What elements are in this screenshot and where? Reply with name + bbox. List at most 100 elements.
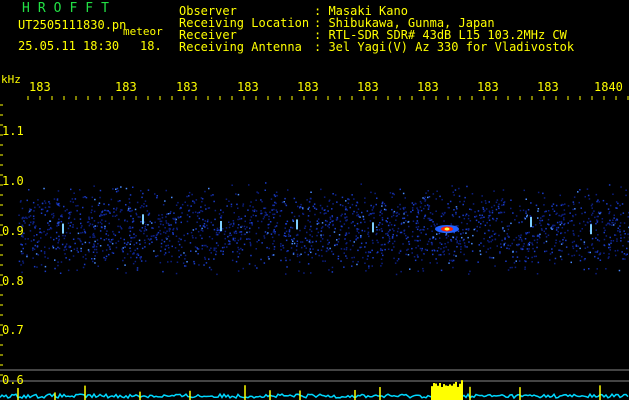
noise-pixel xyxy=(392,192,394,195)
noise-pixel xyxy=(392,233,394,236)
noise-pixel xyxy=(605,268,607,270)
noise-pixel xyxy=(215,231,218,234)
noise-pixel xyxy=(104,259,107,261)
noise-pixel xyxy=(156,196,158,199)
noise-pixel xyxy=(559,221,561,223)
noise-pixel xyxy=(212,194,214,196)
noise-pixel xyxy=(603,227,605,229)
noise-pixel xyxy=(320,234,322,236)
noise-pixel xyxy=(360,236,362,239)
noise-pixel xyxy=(231,259,234,262)
noise-pixel xyxy=(571,255,573,257)
noise-pixel xyxy=(284,197,286,200)
noise-pixel xyxy=(23,217,26,219)
noise-pixel xyxy=(507,269,510,271)
noise-pixel xyxy=(332,193,334,195)
noise-pixel xyxy=(116,187,119,190)
noise-pixel xyxy=(365,242,367,244)
noise-pixel xyxy=(422,197,424,199)
x-tick-label: 183 xyxy=(29,80,51,94)
noise-pixel xyxy=(299,229,301,232)
noise-pixel xyxy=(246,231,248,234)
noise-pixel xyxy=(391,208,393,211)
noise-pixel xyxy=(392,212,395,214)
noise-pixel xyxy=(421,247,423,250)
noise-pixel xyxy=(481,214,483,217)
noise-pixel xyxy=(43,230,45,233)
noise-pixel xyxy=(580,238,582,241)
noise-pixel xyxy=(271,236,274,239)
noise-pixel xyxy=(190,205,192,207)
noise-pixel xyxy=(350,222,353,224)
noise-pixel xyxy=(208,258,210,260)
x-tick-label: 183 xyxy=(477,80,499,94)
noise-pixel xyxy=(427,208,430,210)
noise-pixel xyxy=(514,266,517,269)
noise-pixel xyxy=(510,222,512,225)
noise-pixel xyxy=(227,243,230,245)
noise-pixel xyxy=(58,221,60,223)
noise-pixel xyxy=(139,229,141,231)
noise-pixel xyxy=(302,212,304,215)
noise-pixel xyxy=(601,218,604,220)
noise-pixel xyxy=(596,221,599,223)
noise-pixel xyxy=(523,243,525,245)
noise-pixel xyxy=(155,238,158,241)
noise-pixel xyxy=(176,261,179,263)
noise-pixel xyxy=(543,242,545,244)
noise-pixel xyxy=(227,235,229,238)
noise-pixel xyxy=(463,242,466,244)
noise-pixel xyxy=(162,204,165,206)
noise-pixel xyxy=(132,237,134,239)
noise-pixel xyxy=(338,238,340,240)
noise-pixel xyxy=(155,255,157,258)
noise-pixel xyxy=(552,203,555,205)
noise-pixel xyxy=(486,222,488,224)
noise-pixel xyxy=(468,273,470,275)
noise-pixel xyxy=(617,202,619,205)
noise-pixel xyxy=(562,213,564,216)
noise-pixel xyxy=(140,221,142,223)
noise-pixel xyxy=(176,227,178,229)
noise-pixel xyxy=(557,230,559,233)
noise-pixel xyxy=(559,240,561,243)
noise-pixel xyxy=(292,253,295,255)
noise-pixel xyxy=(575,245,578,247)
noise-pixel xyxy=(480,201,483,203)
noise-pixel xyxy=(366,210,369,212)
noise-pixel xyxy=(75,205,77,207)
noise-pixel xyxy=(87,249,90,251)
noise-pixel xyxy=(452,236,455,239)
noise-pixel xyxy=(123,257,126,259)
noise-pixel xyxy=(133,236,136,239)
noise-pixel xyxy=(364,201,366,204)
noise-pixel xyxy=(93,248,96,251)
noise-pixel xyxy=(464,246,467,248)
noise-pixel xyxy=(141,196,143,199)
noise-pixel xyxy=(353,198,355,200)
noise-pixel xyxy=(527,250,530,252)
noise-pixel xyxy=(469,220,472,222)
noise-pixel xyxy=(356,214,358,217)
noise-pixel xyxy=(201,237,203,240)
noise-pixel xyxy=(561,227,564,229)
noise-pixel xyxy=(512,251,514,253)
noise-pixel xyxy=(118,231,120,233)
noise-pixel xyxy=(320,188,322,191)
noise-pixel xyxy=(525,210,527,212)
noise-pixel xyxy=(148,243,151,245)
noise-pixel xyxy=(491,211,494,214)
noise-pixel xyxy=(343,248,346,250)
noise-pixel xyxy=(177,240,180,243)
noise-pixel xyxy=(356,228,358,230)
noise-pixel xyxy=(171,245,173,248)
noise-pixel xyxy=(591,244,593,246)
noise-pixel xyxy=(445,234,447,236)
noise-pixel xyxy=(69,200,72,203)
noise-pixel xyxy=(608,243,610,245)
noise-pixel xyxy=(521,240,523,242)
noise-pixel xyxy=(367,227,369,229)
noise-pixel xyxy=(583,268,585,271)
noise-pixel xyxy=(423,253,425,255)
noise-pixel xyxy=(500,199,503,202)
